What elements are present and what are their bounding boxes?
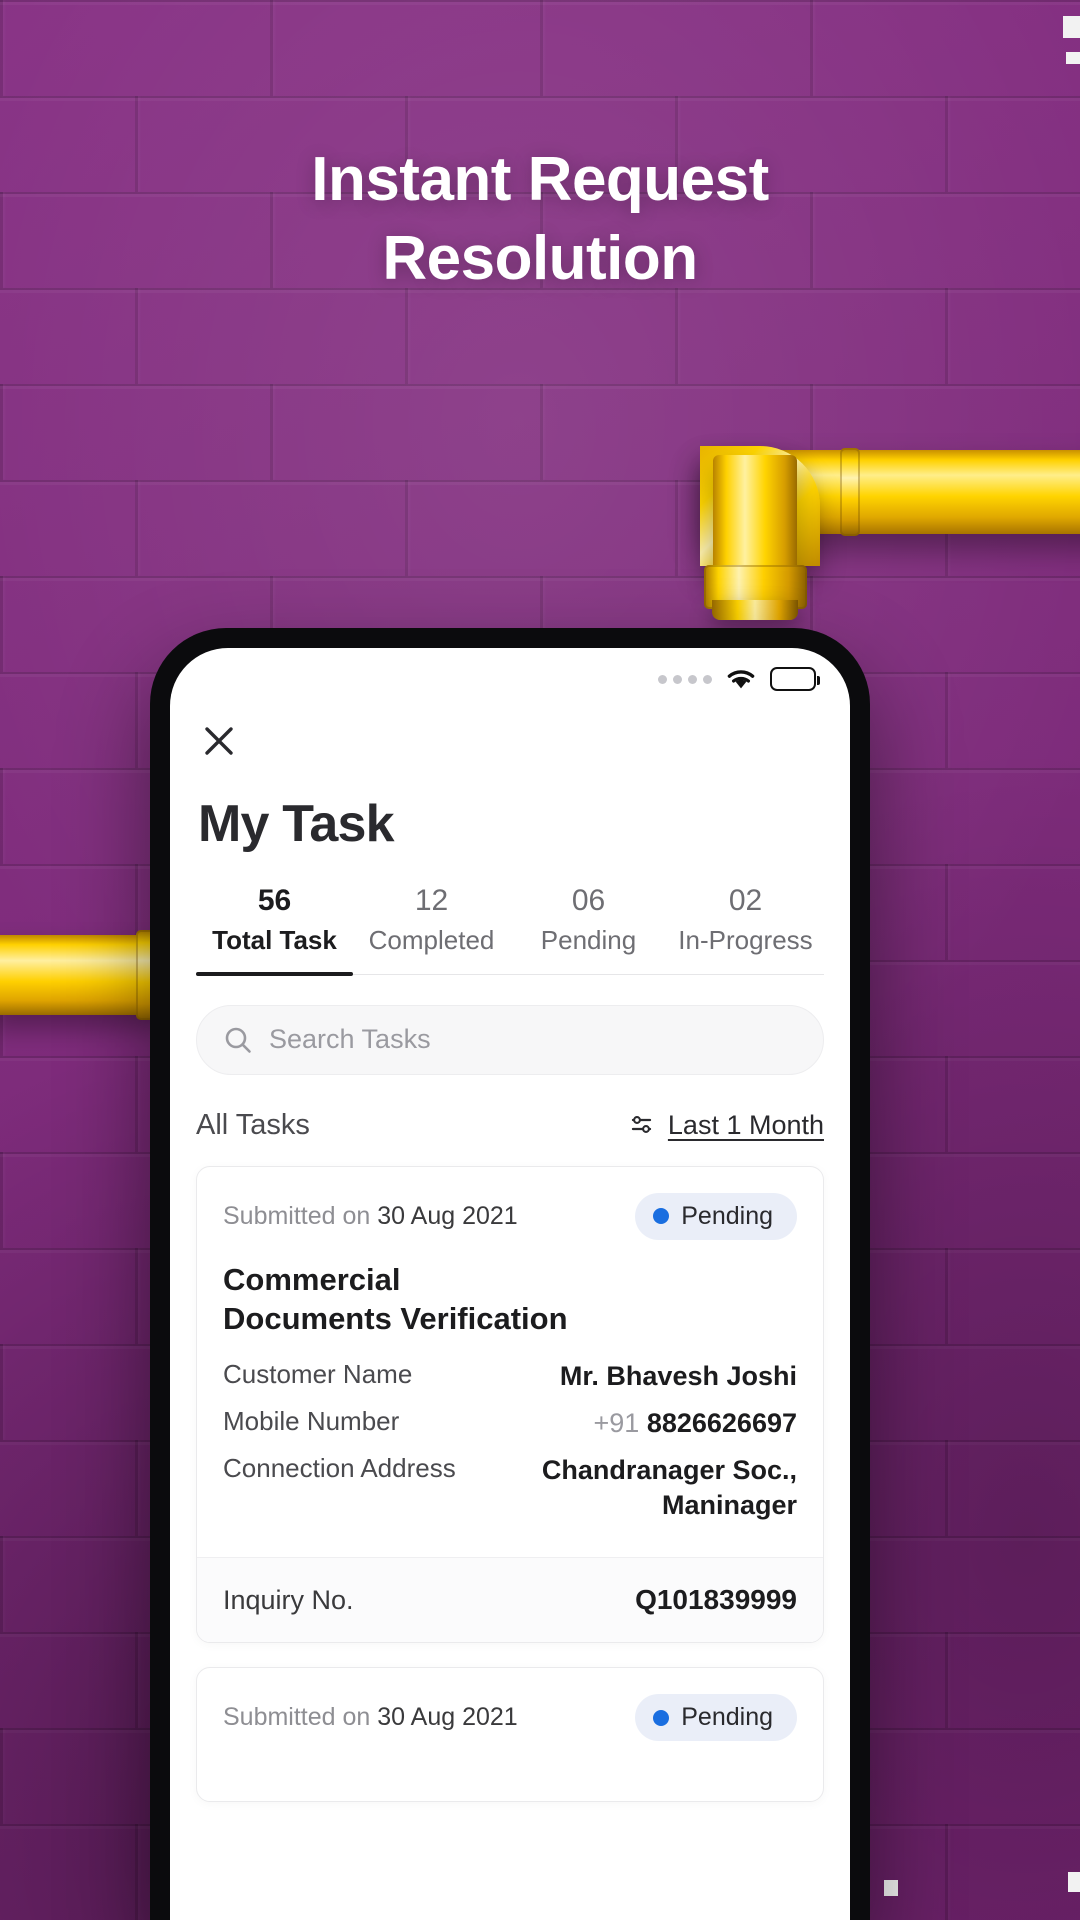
task-card-footer: Inquiry No. Q101839999 [197, 1557, 823, 1643]
task-card[interactable]: Submitted on 30 Aug 2021 Pending Commerc… [196, 1165, 824, 1644]
task-submitted-prefix: Submitted on [223, 1201, 371, 1230]
task-stat-tabs: 56 Total Task 12 Completed 06 Pending 02… [196, 884, 824, 975]
tab-completed[interactable]: 12 Completed [353, 884, 510, 974]
task-card-header: Submitted on 30 Aug 2021 Pending [223, 1694, 797, 1742]
wifi-icon [727, 670, 755, 689]
phone-mockup: My Task 56 Total Task 12 Completed 06 Pe… [150, 628, 870, 1920]
search-input[interactable] [269, 1024, 797, 1055]
tab-in-progress-count: 02 [728, 884, 763, 917]
tab-pending-label: Pending [540, 924, 637, 955]
sliders-filter-icon [631, 1116, 652, 1133]
list-title: All Tasks [196, 1108, 310, 1141]
detail-row-connection-address: Connection Address Chandranager Soc., Ma… [223, 1453, 797, 1523]
tab-pending[interactable]: 06 Pending [510, 884, 667, 974]
tab-pending-count: 06 [571, 884, 606, 917]
filter-label: Last 1 Month [667, 1109, 824, 1140]
promo-headline: Instant Request Resolution [0, 140, 1080, 299]
tab-total-task-label: Total Task [212, 924, 337, 955]
headline-line-2: Resolution [382, 224, 698, 294]
status-badge: Pending [635, 1192, 797, 1240]
status-dot-icon [653, 1709, 670, 1726]
task-submitted-prefix: Submitted on [223, 1703, 371, 1732]
task-submitted-date: 30 Aug 2021 [377, 1201, 518, 1230]
edge-mark-bottom-right [1068, 1872, 1080, 1892]
task-card-header: Submitted on 30 Aug 2021 Pending [223, 1192, 797, 1240]
inquiry-value: Q101839999 [635, 1584, 797, 1616]
filter-button[interactable]: Last 1 Month [630, 1110, 824, 1141]
status-badge-label: Pending [681, 1703, 773, 1732]
status-dot-icon [653, 1208, 670, 1224]
tab-total-task[interactable]: 56 Total Task [196, 884, 353, 974]
detail-value: +91 8826626697 [594, 1406, 798, 1441]
header-bar [196, 710, 824, 762]
tab-in-progress[interactable]: 02 In-Progress [667, 884, 824, 974]
detail-label: Customer Name [223, 1358, 413, 1389]
task-details: Customer Name Mr. Bhavesh Joshi Mobile N… [223, 1359, 797, 1523]
task-submitted-on: Submitted on 30 Aug 2021 [223, 1703, 518, 1732]
edge-mark-bottom [884, 1880, 898, 1896]
detail-row-mobile-number: Mobile Number +91 8826626697 [223, 1406, 797, 1441]
inquiry-label: Inquiry No. [223, 1584, 354, 1615]
edge-mark-top-right-2 [1066, 52, 1080, 64]
task-submitted-on: Submitted on 30 Aug 2021 [223, 1202, 518, 1231]
tab-completed-label: Completed [368, 924, 495, 955]
phone-country-code: +91 [593, 1407, 640, 1438]
status-bar [196, 648, 824, 710]
status-badge: Pending [635, 1694, 797, 1742]
tab-total-task-count: 56 [257, 884, 292, 917]
search-bar[interactable] [196, 1004, 824, 1075]
pipe-cap-right [712, 600, 798, 620]
status-badge-label: Pending [681, 1201, 773, 1230]
list-header: All Tasks Last 1 Month [196, 1109, 824, 1142]
detail-row-customer-name: Customer Name Mr. Bhavesh Joshi [223, 1359, 797, 1394]
tab-in-progress-label: In-Progress [678, 924, 813, 955]
task-card[interactable]: Submitted on 30 Aug 2021 Pending [196, 1667, 824, 1803]
headline-line-1: Instant Request [311, 145, 769, 214]
task-title-line-2: Documents Verification [223, 1301, 568, 1337]
task-title: Commercial Documents Verification [223, 1260, 579, 1339]
battery-icon [770, 667, 820, 691]
page-title: My Task [198, 795, 395, 853]
promo-screenshot: Instant Request Resolution My Task 56 To… [0, 0, 1080, 1920]
tab-completed-count: 12 [414, 884, 449, 917]
detail-label: Mobile Number [223, 1405, 400, 1436]
close-icon[interactable] [198, 720, 240, 762]
detail-label: Connection Address [223, 1453, 456, 1484]
phone-number: 8826626697 [646, 1407, 797, 1438]
task-title-line-1: Commercial [223, 1261, 401, 1297]
signal-dots-icon [658, 674, 712, 684]
detail-value: Chandranager Soc., Maninager [541, 1455, 797, 1521]
task-submitted-date: 30 Aug 2021 [377, 1703, 518, 1732]
search-icon [225, 1027, 251, 1053]
detail-value: Mr. Bhavesh Joshi [559, 1360, 797, 1391]
edge-mark-top-right [1063, 16, 1080, 38]
phone-screen: My Task 56 Total Task 12 Completed 06 Pe… [170, 648, 850, 1920]
pipe-flange-right-a [840, 448, 860, 536]
